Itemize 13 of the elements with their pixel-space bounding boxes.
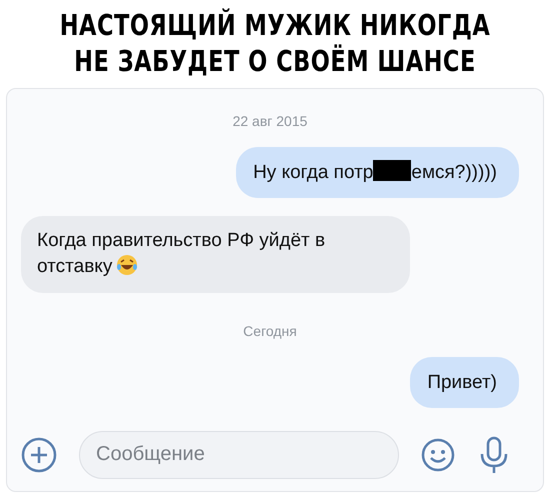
date-label: Сегодня <box>243 323 297 339</box>
caption-text: НЕ ЗАБУДЕТ О СВОЁМ ШАНСЕ <box>74 43 476 80</box>
add-icon[interactable] <box>21 436 57 472</box>
message-bubble: Привет) <box>410 357 519 408</box>
caption-text: НАСТОЯЩИЙ МУЖИК НИКОГДА <box>60 7 490 44</box>
smiley-icon[interactable] <box>421 438 455 472</box>
microphone-icon[interactable] <box>479 436 509 474</box>
message-bubble: Когда правительство РФ уйдёт в отставку <box>21 216 410 293</box>
laughing-emoji-icon <box>116 254 138 276</box>
censor-bar <box>373 160 412 181</box>
message-bubble: Ну когда потр емся?))))) <box>236 147 519 198</box>
date-label: 22 авг 2015 <box>232 113 308 129</box>
message-field[interactable]: Сообщение <box>79 430 399 478</box>
